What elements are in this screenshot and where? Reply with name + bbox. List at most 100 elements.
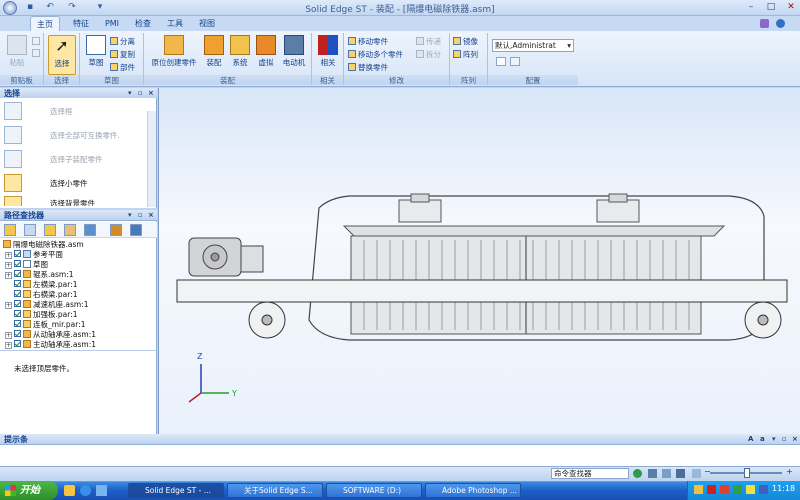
tree-item[interactable]: + 草图: [5, 260, 48, 270]
quicklaunch-icon-1[interactable]: [64, 485, 75, 496]
tray-icon-2[interactable]: [707, 485, 716, 494]
pf-pin-icon[interactable]: ▫: [138, 210, 143, 221]
command-finder-input[interactable]: 命令查找器: [551, 468, 629, 479]
system-button[interactable]: 系统: [228, 35, 252, 75]
select-interchangeable-option[interactable]: 选择全部可互换零件.: [2, 124, 150, 146]
configuration-dropdown[interactable]: 默认,Administrat ▾: [492, 39, 574, 52]
tree-item[interactable]: + 减速机座.asm:1: [5, 300, 89, 310]
tray-icon-4[interactable]: [733, 485, 742, 494]
copy-part-button[interactable]: 复制: [110, 49, 135, 60]
task-software-drive[interactable]: SOFTWARE (D:): [326, 483, 422, 498]
motor-button[interactable]: 电动机: [280, 35, 308, 75]
visibility-checkbox[interactable]: [14, 340, 21, 347]
config-save-icon[interactable]: [496, 57, 506, 66]
maximize-button[interactable]: □: [761, 1, 781, 14]
visibility-checkbox[interactable]: [14, 310, 21, 317]
tree-item[interactable]: + 参考平面: [5, 250, 63, 260]
tree-item[interactable]: 加强板.par:1: [14, 310, 78, 320]
visibility-checkbox[interactable]: [14, 260, 21, 267]
pf-tool-3-icon[interactable]: [44, 224, 56, 236]
pf-tool-7-icon[interactable]: [130, 224, 142, 236]
pf-close-icon[interactable]: ×: [148, 210, 154, 221]
zoom-out-icon[interactable]: −: [704, 467, 711, 476]
visibility-checkbox[interactable]: [14, 270, 21, 277]
visibility-checkbox[interactable]: [14, 300, 21, 307]
pf-tool-2-icon[interactable]: [24, 224, 36, 236]
graphics-viewport[interactable]: Z Y: [158, 88, 800, 434]
mirror-button[interactable]: 镜像: [453, 36, 478, 47]
prompt-pin-icon[interactable]: ▫: [782, 434, 787, 445]
task-about-solid-edge[interactable]: 关于Solid Edge S...: [227, 483, 323, 498]
zoom-slider-thumb[interactable]: [744, 468, 750, 478]
sketch-button[interactable]: 草图: [84, 35, 108, 75]
close-button[interactable]: ✕: [781, 1, 800, 14]
task-solid-edge[interactable]: Solid Edge ST - ...: [128, 483, 224, 498]
cut-icon[interactable]: [32, 37, 40, 45]
zoom-in-icon[interactable]: +: [786, 467, 793, 476]
visibility-checkbox[interactable]: [14, 280, 21, 287]
pf-tool-6-icon[interactable]: [110, 224, 122, 236]
minimize-button[interactable]: –: [741, 1, 761, 14]
copy-icon[interactable]: [32, 49, 40, 57]
tree-item[interactable]: + 辊系.asm:1: [5, 270, 74, 280]
tray-icon-1[interactable]: [694, 485, 703, 494]
paste-button[interactable]: 粘贴: [4, 35, 30, 75]
visibility-checkbox[interactable]: [14, 320, 21, 327]
pf-menu-icon[interactable]: ▾: [128, 210, 132, 221]
relate-button[interactable]: 相关: [316, 35, 340, 75]
visibility-checkbox[interactable]: [14, 250, 21, 257]
inplace-create-part-button[interactable]: 原位创建零件: [148, 35, 200, 75]
quicklaunch-icon-3[interactable]: [96, 485, 107, 496]
quicklaunch-icon-2[interactable]: [80, 485, 91, 496]
tray-icon-3[interactable]: [720, 485, 729, 494]
tab-inspect[interactable]: 检查: [128, 16, 158, 31]
view-icon-1[interactable]: [648, 469, 657, 478]
tab-home[interactable]: 主页: [30, 16, 60, 31]
pf-tool-5-icon[interactable]: [84, 224, 96, 236]
assemble-button[interactable]: 装配: [202, 35, 226, 75]
visibility-checkbox[interactable]: [14, 290, 21, 297]
task-photoshop[interactable]: Adobe Photoshop ...: [425, 483, 521, 498]
prompt-menu-icon[interactable]: ▾: [772, 434, 776, 445]
split-button[interactable]: 分离: [110, 36, 135, 47]
move-multiple-parts-button[interactable]: 移动多个零件: [348, 49, 403, 60]
tree-item[interactable]: + 从动轴承座.asm:1: [5, 330, 96, 340]
tray-icon-5[interactable]: [746, 485, 755, 494]
select-panel-scrollbar[interactable]: [147, 111, 156, 207]
pattern-button[interactable]: 阵列: [453, 49, 478, 60]
tree-root[interactable]: 隔爆电磁除铁器.asm: [3, 240, 84, 250]
tab-pmi[interactable]: PMI: [100, 16, 124, 31]
select-button[interactable]: ➚ 选择: [48, 35, 76, 75]
tab-features[interactable]: 特征: [66, 16, 96, 31]
prompt-font-up-icon[interactable]: A: [748, 434, 753, 445]
select-small-parts-option[interactable]: 选择小零件: [2, 172, 150, 194]
select-subassembly-option[interactable]: 选择子装配零件: [2, 148, 150, 170]
config-manage-icon[interactable]: [510, 57, 520, 66]
pf-tool-4-icon[interactable]: [64, 224, 76, 236]
tree-item[interactable]: 右横梁.par:1: [14, 290, 78, 300]
style-icon[interactable]: [760, 19, 769, 28]
disperse-button[interactable]: 拆分: [416, 49, 441, 60]
prompt-font-down-icon[interactable]: a: [760, 434, 765, 445]
tray-icon-6[interactable]: [759, 485, 768, 494]
tree-item[interactable]: 左横梁.par:1: [14, 280, 78, 290]
tab-tools[interactable]: 工具: [160, 16, 190, 31]
prompt-close-icon[interactable]: ×: [792, 434, 798, 445]
visibility-checkbox[interactable]: [14, 330, 21, 337]
move-part-button[interactable]: 移动零件: [348, 36, 388, 47]
virtual-button[interactable]: 虚拟: [254, 35, 278, 75]
view-icon-3[interactable]: [676, 469, 685, 478]
tab-view[interactable]: 视图: [192, 16, 222, 31]
help-icon[interactable]: [776, 19, 785, 28]
part-button[interactable]: 部件: [110, 62, 135, 73]
start-button[interactable]: 开始: [0, 481, 58, 500]
replace-part-button[interactable]: 替换零件: [348, 62, 388, 73]
view-icon-4[interactable]: [692, 469, 701, 478]
transfer-button[interactable]: 传递: [416, 36, 441, 47]
select-box-option[interactable]: 选择框: [2, 100, 150, 122]
pf-tool-1-icon[interactable]: [4, 224, 16, 236]
tree-item[interactable]: 连板_mir.par:1: [14, 320, 86, 330]
tree-item[interactable]: + 主动轴承座.asm:1: [5, 340, 96, 350]
go-icon[interactable]: [633, 469, 642, 478]
select-background-option[interactable]: 选择背景零件: [2, 194, 150, 206]
